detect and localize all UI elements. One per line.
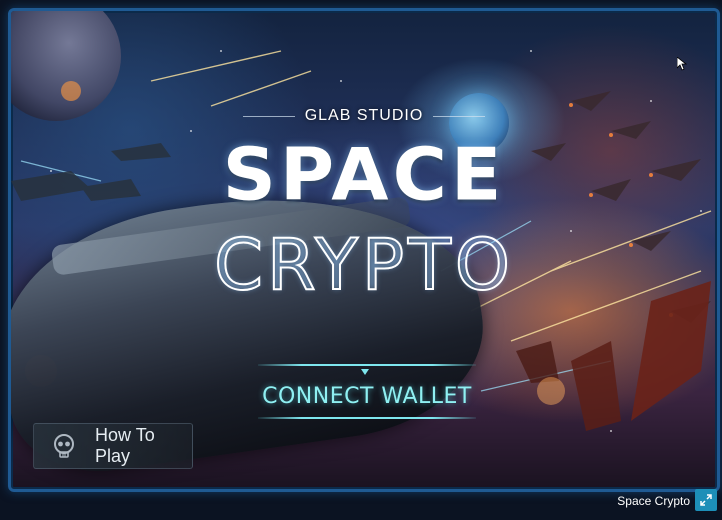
- how-to-play-button[interactable]: How To Play: [33, 423, 193, 469]
- game-title-line2: CRYPTO: [213, 224, 514, 306]
- studio-header: GLAB STUDIO: [11, 105, 717, 127]
- studio-name: GLAB STUDIO: [304, 107, 424, 124]
- game-canvas[interactable]: GLAB STUDIO SPACE CRYPTO CONNECT WALLET: [8, 8, 720, 492]
- divider: [242, 115, 295, 117]
- triangle-down-icon: [361, 369, 369, 375]
- skull-icon: [46, 428, 81, 464]
- divider: [258, 364, 476, 366]
- window-title: Space Crypto: [617, 494, 690, 508]
- how-to-play-label: How To Play: [95, 425, 155, 466]
- fullscreen-button[interactable]: [695, 489, 717, 511]
- page: GLAB STUDIO SPACE CRYPTO CONNECT WALLET: [0, 0, 722, 520]
- connect-wallet-button[interactable]: CONNECT WALLET: [258, 382, 476, 412]
- divider: [433, 115, 486, 117]
- mouse-cursor-icon: [676, 56, 688, 75]
- game-title-line1: SPACE: [222, 132, 506, 218]
- divider: [258, 417, 476, 419]
- expand-icon: [700, 494, 712, 506]
